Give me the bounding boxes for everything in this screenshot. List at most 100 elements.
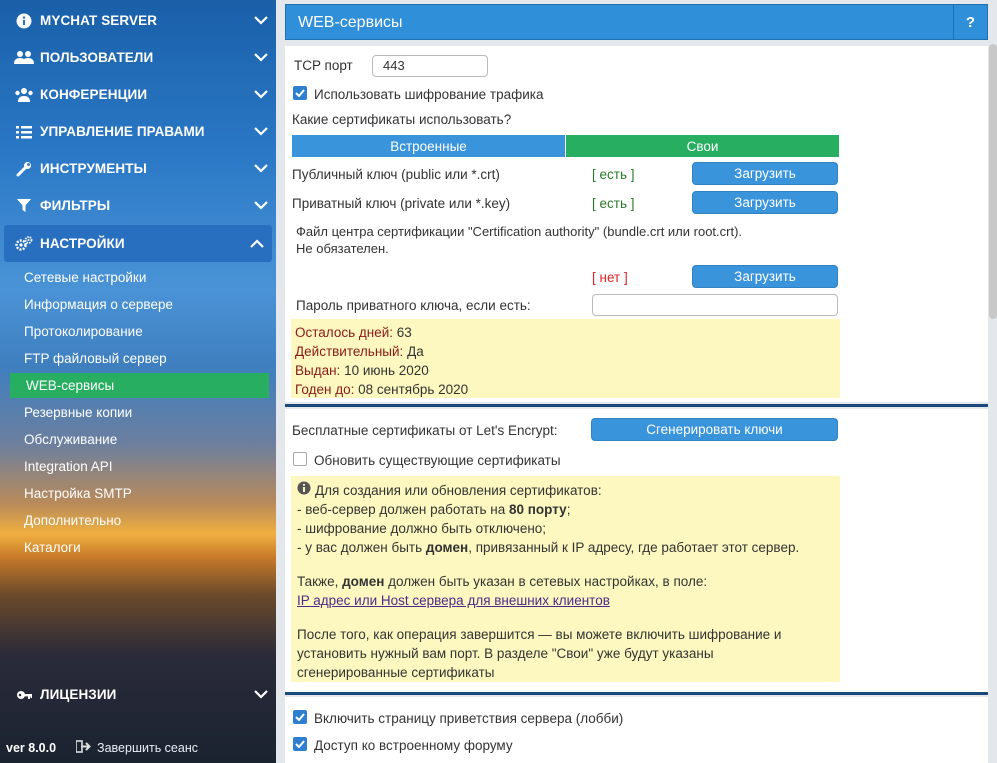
upload-ca-button[interactable]: Загрузить: [692, 265, 838, 288]
logout-label: Завершить сеанс: [97, 741, 198, 755]
sub-item-additional[interactable]: Дополнительно: [24, 508, 264, 533]
main-content: WEB-сервисы ? TCP порт 443 Использовать …: [276, 0, 997, 763]
gears-icon: [12, 235, 36, 252]
sub-item-catalogs[interactable]: Каталоги: [24, 535, 264, 560]
chevron-down-icon: [246, 16, 276, 25]
chevron-up-icon: [242, 239, 272, 248]
version-label: ver 8.0.0: [6, 741, 57, 755]
cert-info-box: Осталось дней: 63 Действительный: Да Выд…: [291, 319, 840, 398]
toggle-own[interactable]: Свои: [566, 135, 839, 157]
forum-label: Доступ ко встроенному форуму: [314, 738, 513, 753]
conference-icon: [12, 87, 36, 103]
encrypt-checkbox[interactable]: [293, 86, 307, 100]
sub-item-logging[interactable]: Протоколирование: [24, 319, 264, 344]
ca-optional-label: Не обязателен.: [296, 241, 389, 256]
sidebar-item-label: ЛИЦЕНЗИИ: [40, 687, 117, 702]
expires-label: Годен до:: [295, 382, 355, 397]
sidebar-item-label: ИНСТРУМЕНТЫ: [40, 161, 147, 176]
forum-checkbox[interactable]: [293, 737, 307, 751]
info-text: сгенерированные сертификаты: [297, 665, 495, 680]
sidebar: MYCHAT SERVER ПОЛЬЗОВАТЕЛИ КОНФЕРЕНЦИИ У…: [0, 0, 276, 763]
sidebar-item-label: MYCHAT SERVER: [40, 13, 158, 28]
sidebar-item-conferences[interactable]: КОНФЕРЕНЦИИ: [0, 76, 276, 113]
ca-label: Файл центра сертификации "Certification …: [296, 224, 743, 239]
issued-label: Выдан:: [295, 363, 341, 378]
sidebar-item-label: КОНФЕРЕНЦИИ: [40, 87, 148, 102]
sub-item-integration-api[interactable]: Integration API: [24, 454, 264, 479]
info-text: - у вас должен быть: [297, 540, 426, 555]
chevron-down-icon: [246, 90, 276, 99]
issued-value: 10 июнь 2020: [344, 363, 429, 378]
expires-value: 08 сентябрь 2020: [358, 382, 469, 397]
sidebar-item-mychat-server[interactable]: MYCHAT SERVER: [0, 2, 276, 39]
sub-item-smtp[interactable]: Настройка SMTP: [24, 481, 264, 506]
sidebar-footer: ver 8.0.0 Завершить сеанс: [0, 736, 276, 760]
private-key-label: Приватный ключ (private или *.key): [292, 196, 511, 211]
lobby-label: Включить страницу приветствия сервера (л…: [314, 711, 624, 726]
sidebar-item-rights[interactable]: УПРАВЛЕНИЕ ПРАВАМИ: [0, 113, 276, 150]
help-button[interactable]: ?: [953, 5, 987, 39]
wrench-icon: [12, 161, 36, 177]
update-certs-label: Обновить существующие сертификаты: [314, 453, 561, 468]
update-certs-checkbox[interactable]: [293, 452, 307, 466]
info-text: установить нужный вам порт. В разделе "С…: [297, 646, 714, 661]
letsencrypt-label: Бесплатные сертификаты от Let's Encrypt:: [292, 423, 558, 438]
info-port: 80 порту: [509, 502, 567, 517]
ca-status: [ нет ]: [592, 270, 628, 285]
info-text: Также,: [297, 574, 343, 589]
info-icon: [297, 481, 311, 500]
days-left-value: 63: [396, 325, 412, 340]
info-domain: домен: [342, 574, 385, 589]
users-icon: [12, 50, 36, 66]
password-input[interactable]: [592, 294, 838, 316]
info-text: ;: [566, 502, 571, 517]
info-text: После того, как операция завершится — вы…: [297, 627, 782, 642]
chevron-down-icon: [246, 201, 276, 210]
logout-button[interactable]: Завершить сеанс: [75, 740, 198, 756]
filter-icon: [12, 198, 36, 213]
section-divider: [285, 404, 988, 407]
upload-public-key-button[interactable]: Загрузить: [692, 162, 838, 185]
sidebar-item-licenses[interactable]: ЛИЦЕНЗИИ: [0, 676, 276, 713]
info-text: - веб-сервер должен работать на: [297, 502, 509, 517]
info-title: Для создания или обновления сертификатов…: [315, 483, 602, 498]
public-key-label: Публичный ключ (public или *.crt): [292, 167, 500, 182]
upload-private-key-button[interactable]: Загрузить: [692, 191, 838, 214]
chevron-down-icon: [246, 690, 276, 699]
tcp-port-input[interactable]: 443: [372, 55, 488, 77]
encrypt-label: Использовать шифрование трафика: [314, 87, 544, 102]
letsencrypt-info-box: Для создания или обновления сертификатов…: [291, 476, 840, 682]
tcp-port-label: TCP порт: [294, 58, 353, 73]
public-key-status: [ есть ]: [592, 167, 635, 182]
days-left-label: Осталось дней:: [295, 325, 393, 340]
sub-item-maintenance[interactable]: Обслуживание: [24, 427, 264, 452]
sub-item-backups[interactable]: Резервные копии: [24, 400, 264, 425]
chevron-down-icon: [246, 127, 276, 136]
password-label: Пароль приватного ключа, если есть:: [296, 298, 531, 313]
network-settings-link[interactable]: IP адрес или Host сервера для внешних кл…: [297, 593, 610, 608]
sub-item-ftp[interactable]: FTP файловый сервер: [24, 346, 264, 371]
toggle-builtin[interactable]: Встроенные: [292, 135, 565, 157]
sidebar-item-label: ПОЛЬЗОВАТЕЛИ: [40, 50, 154, 65]
sub-item-web-services[interactable]: WEB-сервисы: [10, 373, 269, 398]
sidebar-item-label: НАСТРОЙКИ: [40, 236, 125, 251]
info-domain: домен: [425, 540, 469, 555]
generate-keys-button[interactable]: Сгенерировать ключи: [591, 418, 838, 441]
info-text: должен быть указан в сетевых настройках,…: [384, 574, 708, 589]
section-divider: [285, 692, 988, 695]
sidebar-item-label: УПРАВЛЕНИЕ ПРАВАМИ: [40, 124, 205, 139]
valid-label: Действительный:: [295, 344, 404, 359]
chevron-down-icon: [246, 53, 276, 62]
lobby-checkbox[interactable]: [293, 710, 307, 724]
sub-item-server-info[interactable]: Информация о сервере: [24, 292, 264, 317]
sidebar-item-settings[interactable]: НАСТРОЙКИ: [4, 225, 272, 262]
page-header: WEB-сервисы ?: [285, 4, 988, 40]
info-icon: [12, 13, 36, 29]
sidebar-item-filters[interactable]: ФИЛЬТРЫ: [0, 187, 276, 224]
sidebar-item-users[interactable]: ПОЛЬЗОВАТЕЛИ: [0, 39, 276, 76]
sidebar-item-tools[interactable]: ИНСТРУМЕНТЫ: [0, 150, 276, 187]
chevron-down-icon: [246, 164, 276, 173]
scrollbar[interactable]: [989, 44, 997, 319]
sub-item-network[interactable]: Сетевые настройки: [24, 265, 264, 290]
info-text: - шифрование должно быть отключено;: [297, 521, 547, 536]
